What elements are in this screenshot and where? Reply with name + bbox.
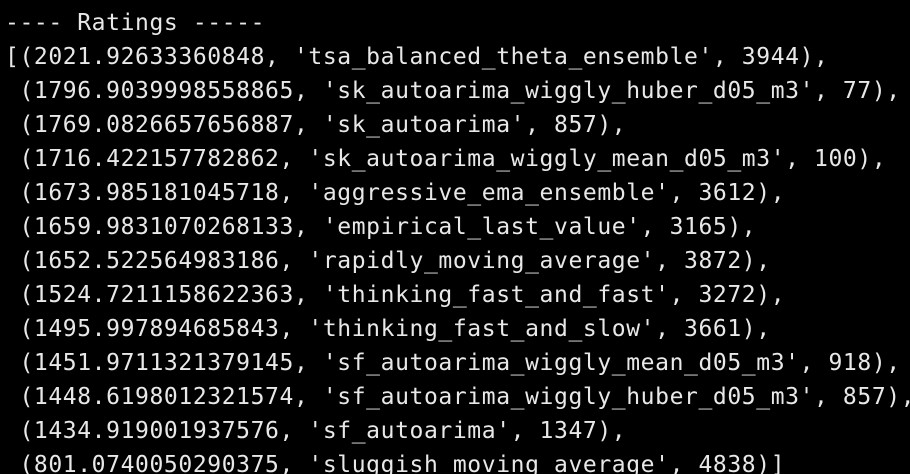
output-line: (1451.9711321379145, 'sf_autoarima_wiggl… [5,350,901,376]
output-line: (1659.9831070268133, 'empirical_last_val… [5,214,757,240]
section-header-line: ---- Ratings ----- [5,10,266,36]
output-line: (1495.997894685843, 'thinking_fast_and_s… [5,316,771,342]
output-line: (1673.985181045718, 'aggressive_ema_ense… [5,180,786,206]
output-line: (1769.0826657656887, 'sk_autoarima', 857… [5,112,627,138]
output-line: (1448.6198012321574, 'sf_autoarima_wiggl… [5,384,910,410]
output-line: (801.0740050290375, 'sluggish_moving_ave… [5,452,786,474]
output-line: [(2021.92633360848, 'tsa_balanced_theta_… [5,44,829,70]
output-lines: ---- Ratings ----- [(2021.92633360848, '… [5,6,910,474]
terminal-output: ---- Ratings ----- [(2021.92633360848, '… [0,0,910,474]
output-line: (1796.9039998558865, 'sk_autoarima_wiggl… [5,78,901,104]
output-line: (1434.919001937576, 'sf_autoarima', 1347… [5,418,627,444]
output-line: (1524.7211158622363, 'thinking_fast_and_… [5,282,786,308]
output-line: (1716.422157782862, 'sk_autoarima_wiggly… [5,146,887,172]
output-line: (1652.522564983186, 'rapidly_moving_aver… [5,248,771,274]
